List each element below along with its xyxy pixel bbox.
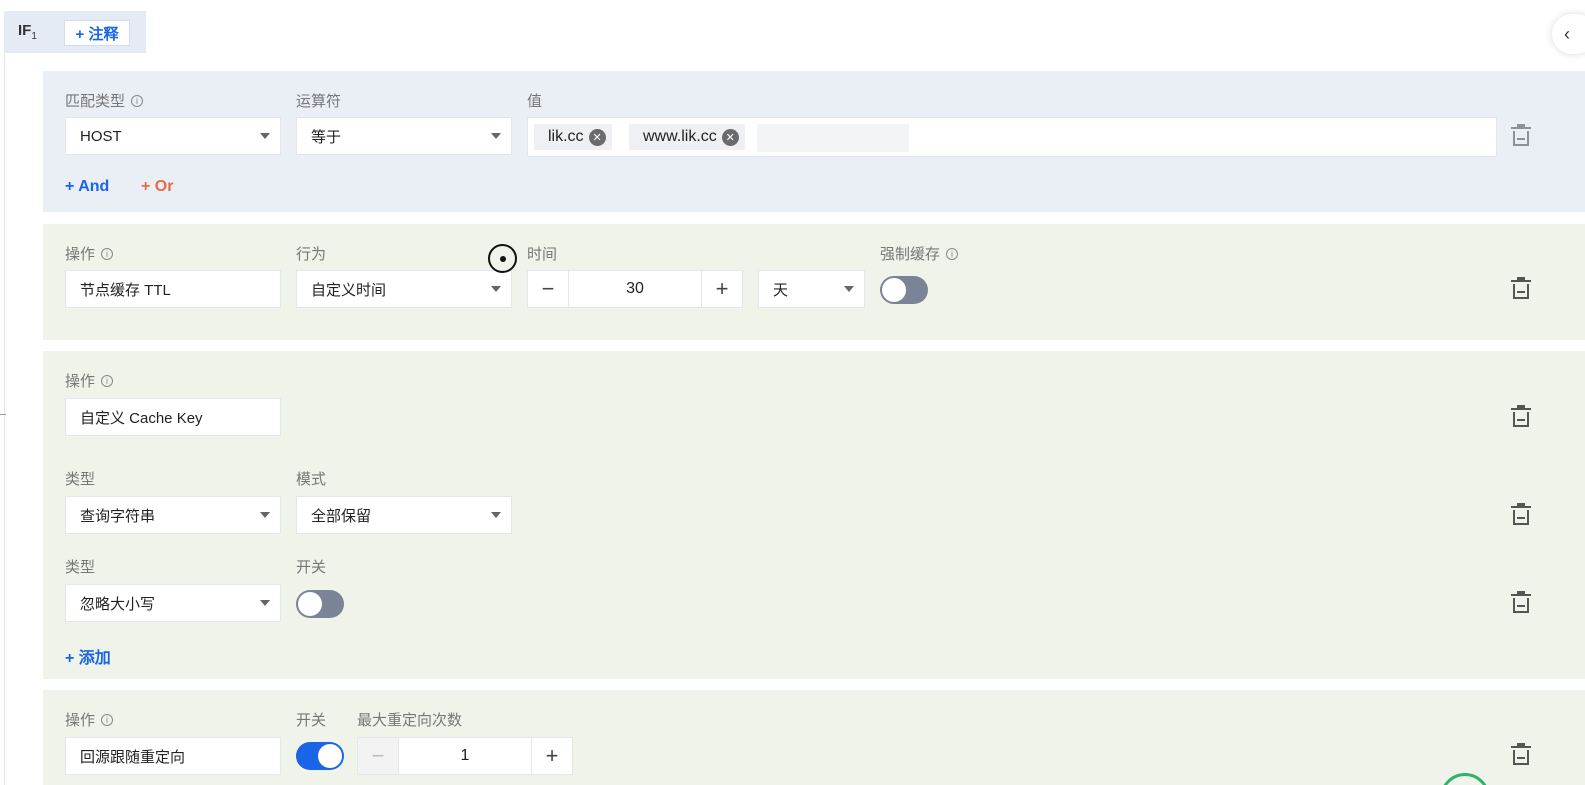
redacted-tag (757, 124, 909, 152)
remove-tag-icon[interactable]: ✕ (588, 128, 606, 146)
if-index: 1 (31, 31, 37, 42)
delete-condition-icon[interactable] (1511, 124, 1531, 150)
time-increment-button[interactable]: + (701, 270, 743, 308)
operation-label-text: 操作 (65, 712, 96, 729)
chevron-down-icon (844, 286, 854, 292)
follow-redirect-toggle[interactable] (296, 742, 344, 770)
operation-field[interactable]: 自定义 Cache Key (65, 398, 281, 436)
behavior-select[interactable]: 自定义时间 (296, 270, 512, 308)
operation-value: 回源跟随重定向 (80, 748, 186, 766)
mode-select[interactable]: 全部保留 (296, 496, 512, 534)
toggle-knob (298, 592, 322, 616)
switch-label: 开关 (296, 559, 327, 576)
time-input[interactable]: 30 (568, 270, 702, 308)
chevron-down-icon (491, 512, 501, 518)
match-type-label: 匹配类型 i (65, 90, 144, 111)
add-row-button[interactable]: + 添加 (65, 644, 111, 668)
add-or-button[interactable]: + Or (141, 178, 173, 196)
chevron-down-icon (491, 133, 501, 139)
delete-row-icon[interactable] (1511, 591, 1531, 617)
if-label-text: IF (18, 22, 32, 39)
operator-select[interactable]: 等于 (296, 117, 512, 155)
time-unit-select[interactable]: 天 (758, 270, 865, 308)
value-tag: lik.cc ✕ (534, 124, 612, 150)
behavior-label: 行为 (296, 246, 327, 263)
operation-value: 自定义 Cache Key (80, 409, 203, 427)
operation-label-text: 操作 (65, 246, 96, 263)
value-tag-text: www.lik.cc (643, 128, 717, 145)
type-select[interactable]: 查询字符串 (65, 496, 281, 534)
value-label: 值 (527, 93, 543, 110)
cursor-icon (488, 244, 517, 273)
rule-editor: IF1 + 注释 ‹ 匹配类型 i 运算符 值 HOST 等于 lik.cc ✕ w… (0, 0, 1585, 785)
operation-label: 操作 i (65, 370, 114, 391)
max-redirects-input[interactable]: 1 (398, 737, 532, 775)
rule-tree-line (4, 52, 5, 785)
max-redirects-decrement-button[interactable]: − (357, 737, 399, 775)
operation-label-text: 操作 (65, 373, 96, 390)
type-value: 忽略大小写 (80, 595, 156, 613)
chevron-down-icon (491, 286, 501, 292)
value-tag: www.lik.cc ✕ (629, 124, 745, 150)
operator-value: 等于 (311, 128, 342, 146)
force-cache-label-text: 强制缓存 (880, 246, 941, 263)
match-type-select[interactable]: HOST (65, 117, 281, 155)
if-label: IF1 (18, 22, 37, 42)
chevron-down-icon (260, 133, 270, 139)
info-icon[interactable]: i (946, 247, 959, 260)
type-select[interactable]: 忽略大小写 (65, 584, 281, 622)
add-note-button[interactable]: + 注释 (64, 20, 130, 46)
info-icon[interactable]: i (131, 94, 144, 107)
operation-label: 操作 i (65, 709, 114, 730)
switch-label: 开关 (296, 712, 327, 729)
delete-action-icon[interactable] (1511, 743, 1531, 769)
type-label: 类型 (65, 559, 96, 576)
type-value: 查询字符串 (80, 507, 156, 525)
info-icon[interactable]: i (101, 713, 114, 726)
operation-field[interactable]: 节点缓存 TTL (65, 270, 281, 308)
chevron-down-icon (260, 512, 270, 518)
max-redirects-label: 最大重定向次数 (357, 712, 463, 729)
operation-value: 节点缓存 TTL (80, 281, 171, 299)
time-label: 时间 (527, 246, 558, 263)
time-decrement-button[interactable]: − (527, 270, 569, 308)
value-tag-text: lik.cc (548, 128, 584, 145)
add-and-button[interactable]: + And (65, 178, 109, 196)
max-redirects-increment-button[interactable]: + (531, 737, 573, 775)
time-unit-value: 天 (773, 281, 789, 299)
value-tag-input[interactable]: lik.cc ✕ www.lik.cc ✕ (527, 117, 1497, 157)
delete-action-icon[interactable] (1511, 405, 1531, 431)
force-cache-toggle[interactable] (880, 276, 928, 304)
toggle-knob (318, 744, 342, 768)
toggle-knob (882, 278, 906, 302)
operation-label: 操作 i (65, 243, 114, 264)
info-icon[interactable]: i (101, 247, 114, 260)
collapse-panel-button[interactable]: ‹ (1552, 14, 1585, 54)
behavior-value: 自定义时间 (311, 281, 387, 299)
match-type-label-text: 匹配类型 (65, 93, 126, 110)
chevron-down-icon (260, 600, 270, 606)
remove-tag-icon[interactable]: ✕ (721, 128, 739, 146)
chevron-left-icon: ‹ (1564, 23, 1570, 44)
delete-row-icon[interactable] (1511, 503, 1531, 529)
type-label: 类型 (65, 471, 96, 488)
operation-field[interactable]: 回源跟随重定向 (65, 737, 281, 775)
info-icon[interactable]: i (101, 374, 114, 387)
operator-label: 运算符 (296, 93, 342, 110)
delete-action-icon[interactable] (1511, 277, 1531, 303)
ignore-case-toggle[interactable] (296, 590, 344, 618)
force-cache-label: 强制缓存 i (880, 243, 959, 264)
tree-tick (0, 414, 6, 415)
match-type-value: HOST (80, 127, 122, 145)
mode-value: 全部保留 (311, 507, 372, 525)
mode-label: 模式 (296, 471, 327, 488)
